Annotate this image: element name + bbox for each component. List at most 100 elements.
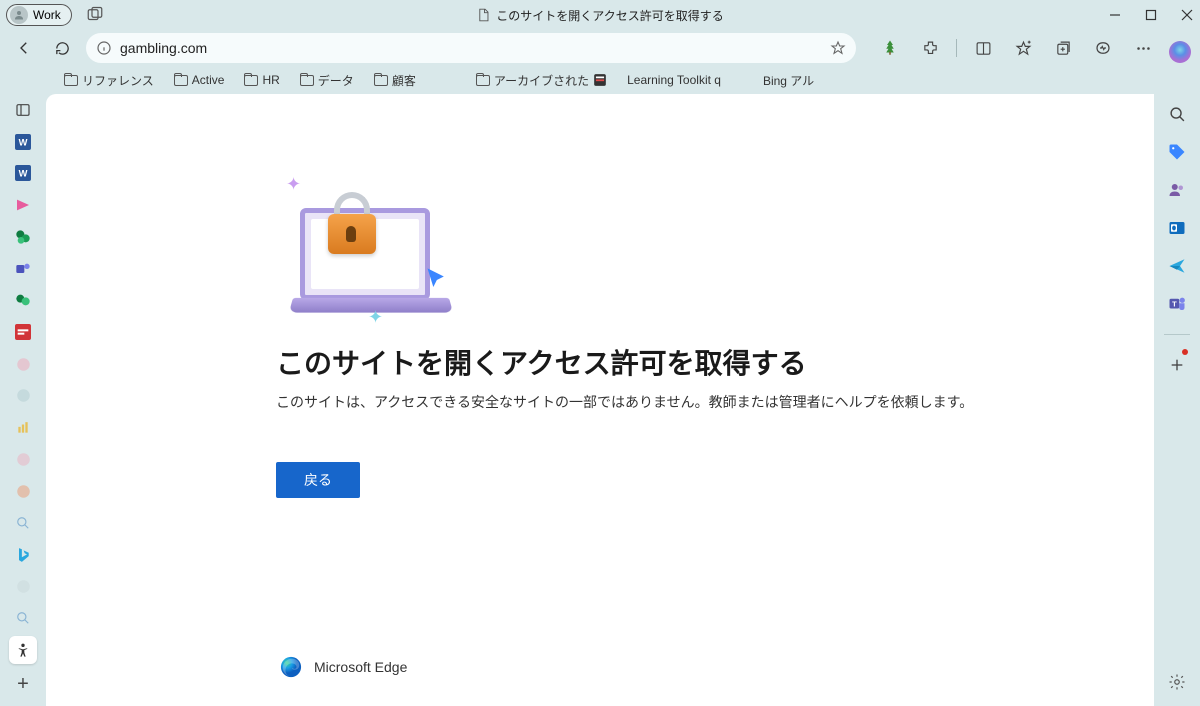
split-screen-icon[interactable] [969, 34, 997, 62]
refresh-button[interactable] [48, 34, 76, 62]
app-teams[interactable] [9, 255, 37, 283]
title-bar: Work このサイトを開くアクセス許可を取得する [0, 0, 1200, 30]
app-green[interactable] [9, 287, 37, 315]
svg-text:T: T [1172, 299, 1177, 308]
sparkle-icon: ✦ [286, 174, 301, 195]
app-search-a[interactable] [9, 509, 37, 537]
workspaces-icon[interactable] [86, 6, 104, 24]
bookmark-link[interactable]: Bing アル [755, 70, 822, 91]
outlook-icon[interactable] [1163, 214, 1191, 242]
app-yellow[interactable] [9, 414, 37, 442]
search-icon[interactable] [1163, 100, 1191, 128]
svg-text:W: W [19, 137, 28, 147]
profile-label: Work [33, 8, 61, 22]
add-tab-button[interactable]: + [9, 670, 37, 698]
separator [956, 39, 957, 57]
url-input[interactable] [120, 40, 822, 56]
folder-icon [374, 75, 388, 86]
folder-icon [174, 75, 188, 86]
bookmark-label: HR [262, 73, 279, 87]
bookmark-label: Learning Toolkit q [627, 73, 721, 87]
folder-icon [244, 75, 258, 86]
bookmark-favicon [593, 73, 607, 87]
maximize-button[interactable] [1144, 9, 1158, 21]
bookmark-label: リファレンス [82, 72, 154, 89]
page-icon [476, 8, 490, 22]
cursor-icon [424, 266, 452, 294]
bookmark-label: 顧客 [392, 72, 416, 89]
app-pink-2[interactable] [9, 445, 37, 473]
avatar-icon [10, 6, 28, 24]
left-sidebar: W W + [0, 94, 46, 706]
app-word-2[interactable]: W [9, 160, 37, 188]
extensions-icon[interactable] [916, 34, 944, 62]
folder-icon [64, 75, 78, 86]
toolbar-actions [876, 34, 1157, 62]
bookmark-folder[interactable]: HR [236, 71, 287, 89]
app-search-b[interactable] [9, 604, 37, 632]
site-info-icon[interactable] [96, 40, 112, 56]
app-orange[interactable] [9, 477, 37, 505]
blocked-illustration: ✦ ✦ [276, 174, 456, 324]
bookmark-label: アーカイブされた [494, 72, 589, 89]
blocked-subtext: このサイトは、アクセスできる安全なサイトの一部ではありません。教師または管理者に… [276, 392, 1154, 412]
profile-switcher[interactable]: Work [6, 4, 72, 26]
separator [1164, 334, 1190, 335]
app-sharepoint[interactable] [9, 223, 37, 251]
vertical-tabs-icon[interactable] [9, 96, 37, 124]
minimize-button[interactable] [1108, 9, 1122, 21]
bookmark-label: Bing アル [763, 72, 814, 89]
folder-icon [300, 75, 314, 86]
settings-icon[interactable] [1163, 668, 1191, 696]
app-pdf[interactable] [9, 318, 37, 346]
window-controls [1108, 0, 1194, 30]
send-icon[interactable] [1163, 252, 1191, 280]
app-grey[interactable] [9, 382, 37, 410]
people-icon[interactable] [1163, 176, 1191, 204]
bookmark-folder[interactable]: 顧客 [366, 70, 424, 91]
sparkle-icon: ✦ [368, 307, 383, 328]
edge-brand-text: Microsoft Edge [314, 659, 407, 675]
tab-title-text: このサイトを開くアクセス許可を取得する [496, 7, 723, 24]
bookmark-folder[interactable]: リファレンス [56, 70, 162, 91]
collections-icon[interactable] [1049, 34, 1077, 62]
close-button[interactable] [1180, 9, 1194, 21]
browser-toolbar [0, 30, 1200, 66]
bookmark-folder[interactable]: アーカイブされた [468, 70, 615, 91]
favorites-icon[interactable] [1009, 34, 1037, 62]
bookmark-label: Active [192, 73, 225, 87]
bookmark-label: データ [318, 72, 354, 89]
edge-logo-icon [280, 656, 302, 678]
main-layout: W W + ✦ ✦ このサイトを開くアクセス許可を [0, 94, 1200, 706]
back-button[interactable] [10, 34, 38, 62]
app-pink-1[interactable] [9, 350, 37, 378]
app-misc[interactable] [9, 572, 37, 600]
tree-icon[interactable] [876, 34, 904, 62]
app-word-1[interactable]: W [9, 128, 37, 156]
address-bar[interactable] [86, 33, 856, 63]
tab-title-area: このサイトを開くアクセス許可を取得する [476, 7, 723, 24]
notification-dot [1182, 349, 1188, 355]
go-back-button[interactable]: 戻る [276, 462, 360, 498]
accessibility-icon[interactable] [9, 636, 37, 664]
copilot-button[interactable] [1166, 38, 1194, 66]
shopping-tag-icon[interactable] [1163, 138, 1191, 166]
add-sidebar-button[interactable] [1163, 351, 1191, 379]
teams-chat-icon[interactable]: T [1163, 290, 1191, 318]
svg-text:W: W [19, 169, 28, 179]
bookmark-link[interactable]: Learning Toolkit q [619, 71, 729, 89]
lock-keyhole [346, 226, 356, 242]
app-media[interactable] [9, 191, 37, 219]
blocked-heading: このサイトを開くアクセス許可を取得する [276, 342, 1154, 382]
bookmarks-bar: リファレンス Active HR データ 顧客 アーカイブされた Learnin… [0, 66, 1200, 94]
bookmark-folder[interactable]: Active [166, 71, 233, 89]
app-bing[interactable] [9, 541, 37, 569]
right-sidebar: T [1154, 94, 1200, 706]
bookmark-folder[interactable]: データ [292, 70, 362, 91]
wellness-icon[interactable] [1089, 34, 1117, 62]
favorite-star-icon[interactable] [830, 40, 846, 56]
folder-icon [476, 75, 490, 86]
page-content: ✦ ✦ このサイトを開くアクセス許可を取得する このサイトは、アクセスできる安全… [46, 94, 1154, 706]
edge-brand: Microsoft Edge [280, 656, 407, 678]
more-menu-icon[interactable] [1129, 34, 1157, 62]
